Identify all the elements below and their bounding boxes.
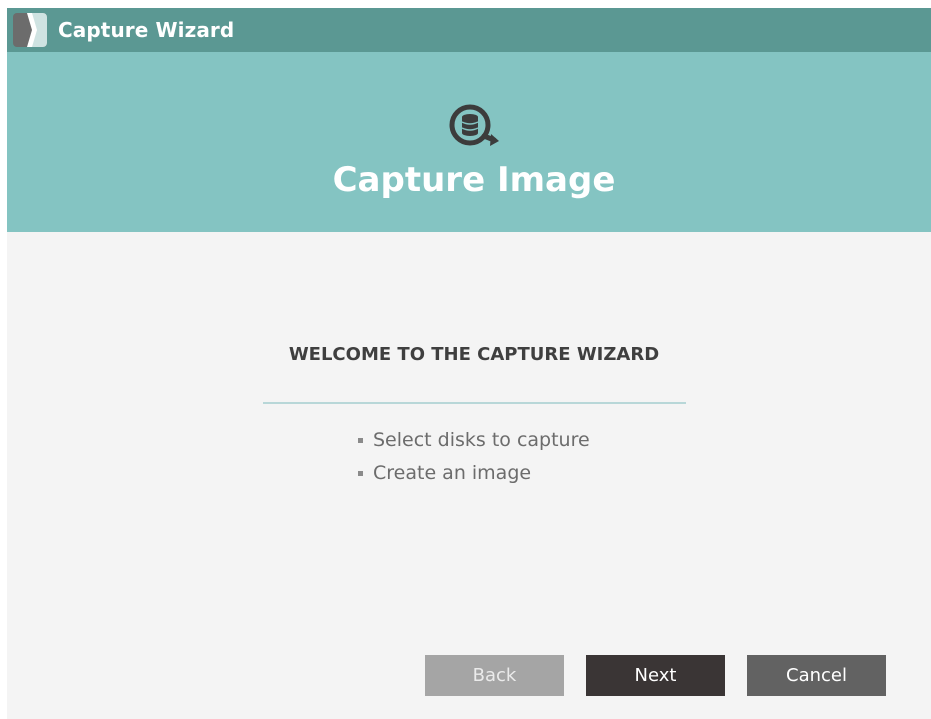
back-button[interactable]: Back [425, 655, 564, 696]
cancel-button[interactable]: Cancel [747, 655, 886, 696]
capture-disk-icon [449, 104, 499, 146]
list-item: Create an image [347, 457, 590, 490]
bullet-icon [358, 471, 363, 476]
step-label: Select disks to capture [373, 429, 590, 451]
divider [263, 402, 686, 404]
page-title: Capture Image [332, 160, 616, 200]
bullet-icon [358, 438, 363, 443]
title-bar: Capture Wizard [7, 8, 931, 52]
next-button[interactable]: Next [586, 655, 725, 696]
welcome-heading: WELCOME TO THE CAPTURE WIZARD [288, 344, 660, 365]
list-item: Select disks to capture [347, 424, 590, 457]
window-title: Capture Wizard [58, 18, 235, 42]
step-list: Select disks to capture Create an image [347, 424, 590, 490]
step-label: Create an image [373, 462, 532, 484]
wizard-header: Capture Image [7, 52, 931, 232]
app-logo-icon [13, 13, 47, 47]
capture-wizard-window: Capture Wizard Capture Image WELCOME TO … [7, 8, 931, 719]
